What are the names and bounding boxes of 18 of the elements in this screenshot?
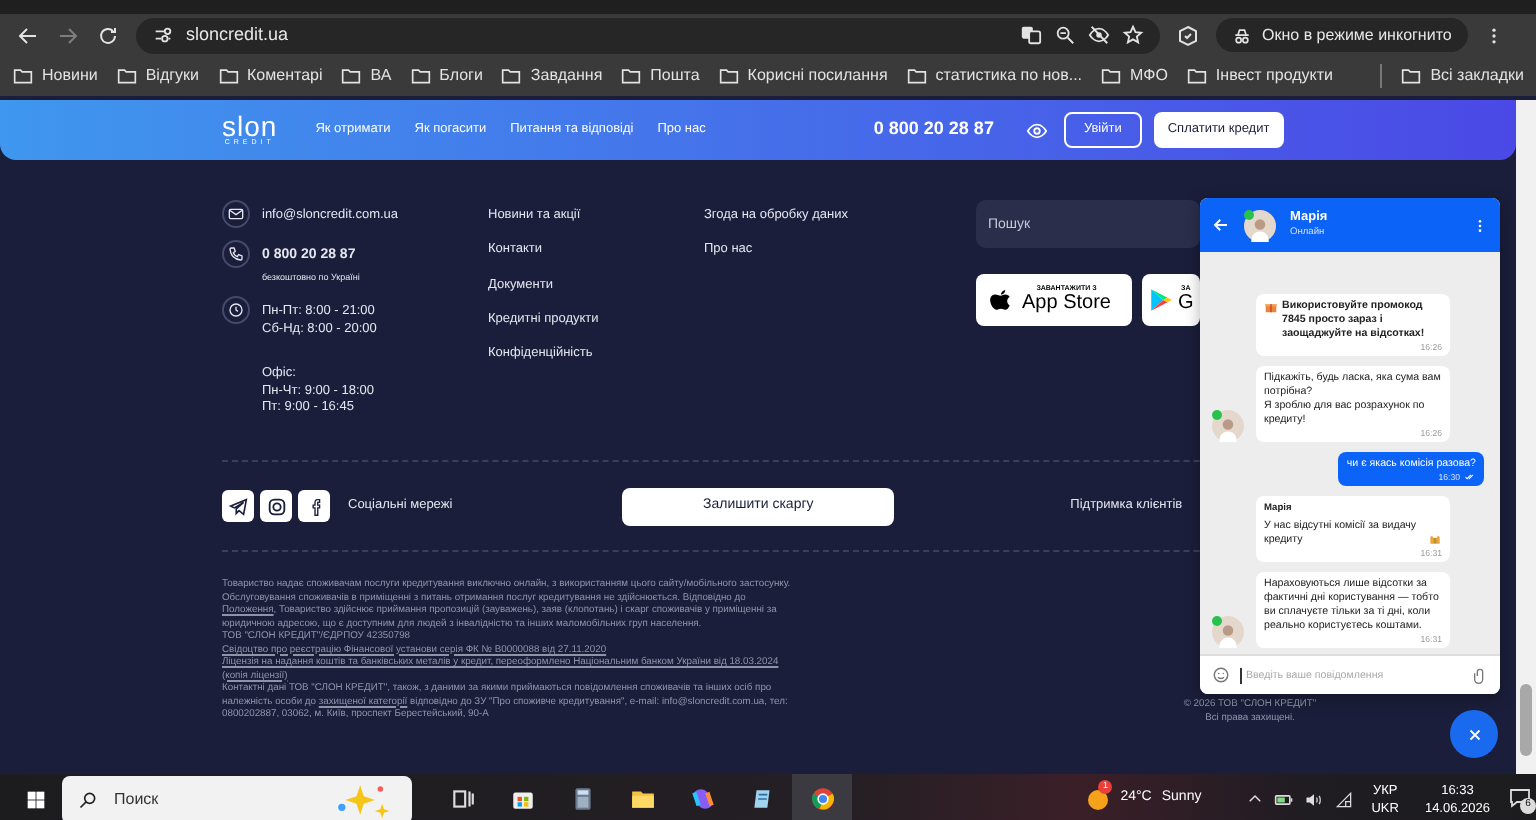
bookmark-item[interactable]: Коментарі [217,64,323,88]
search-input[interactable]: Поиск [110,785,290,813]
bookmark-item[interactable]: Корисні посилання [717,64,888,88]
incognito-button[interactable]: Окно в режиме инкогнито [1216,18,1468,52]
bookmark-item[interactable]: ВА [340,64,392,88]
bookmark-item[interactable]: статистика по нов... [905,64,1083,88]
url-text: sloncredit.ua [186,21,291,48]
bookmark-item[interactable]: Пошта [620,64,700,88]
bookmark-item[interactable]: Завдання [500,64,603,88]
bookmark-item[interactable]: Всі закладки [1400,64,1524,88]
bookmark-item[interactable]: Відгуки [115,64,200,88]
phone-number: 0 800 20 28 87 [873,116,994,143]
bookmark-item[interactable]: Інвест продукти [1185,64,1334,88]
address-bar[interactable]: sloncredit.ua [136,17,1160,53]
taskbar-search[interactable]: Поиск [62,775,412,820]
bookmark-item[interactable]: Новини [12,64,98,88]
bookmark-item[interactable]: Блоги [409,64,483,88]
bookmark-item[interactable]: МФО [1100,64,1168,88]
